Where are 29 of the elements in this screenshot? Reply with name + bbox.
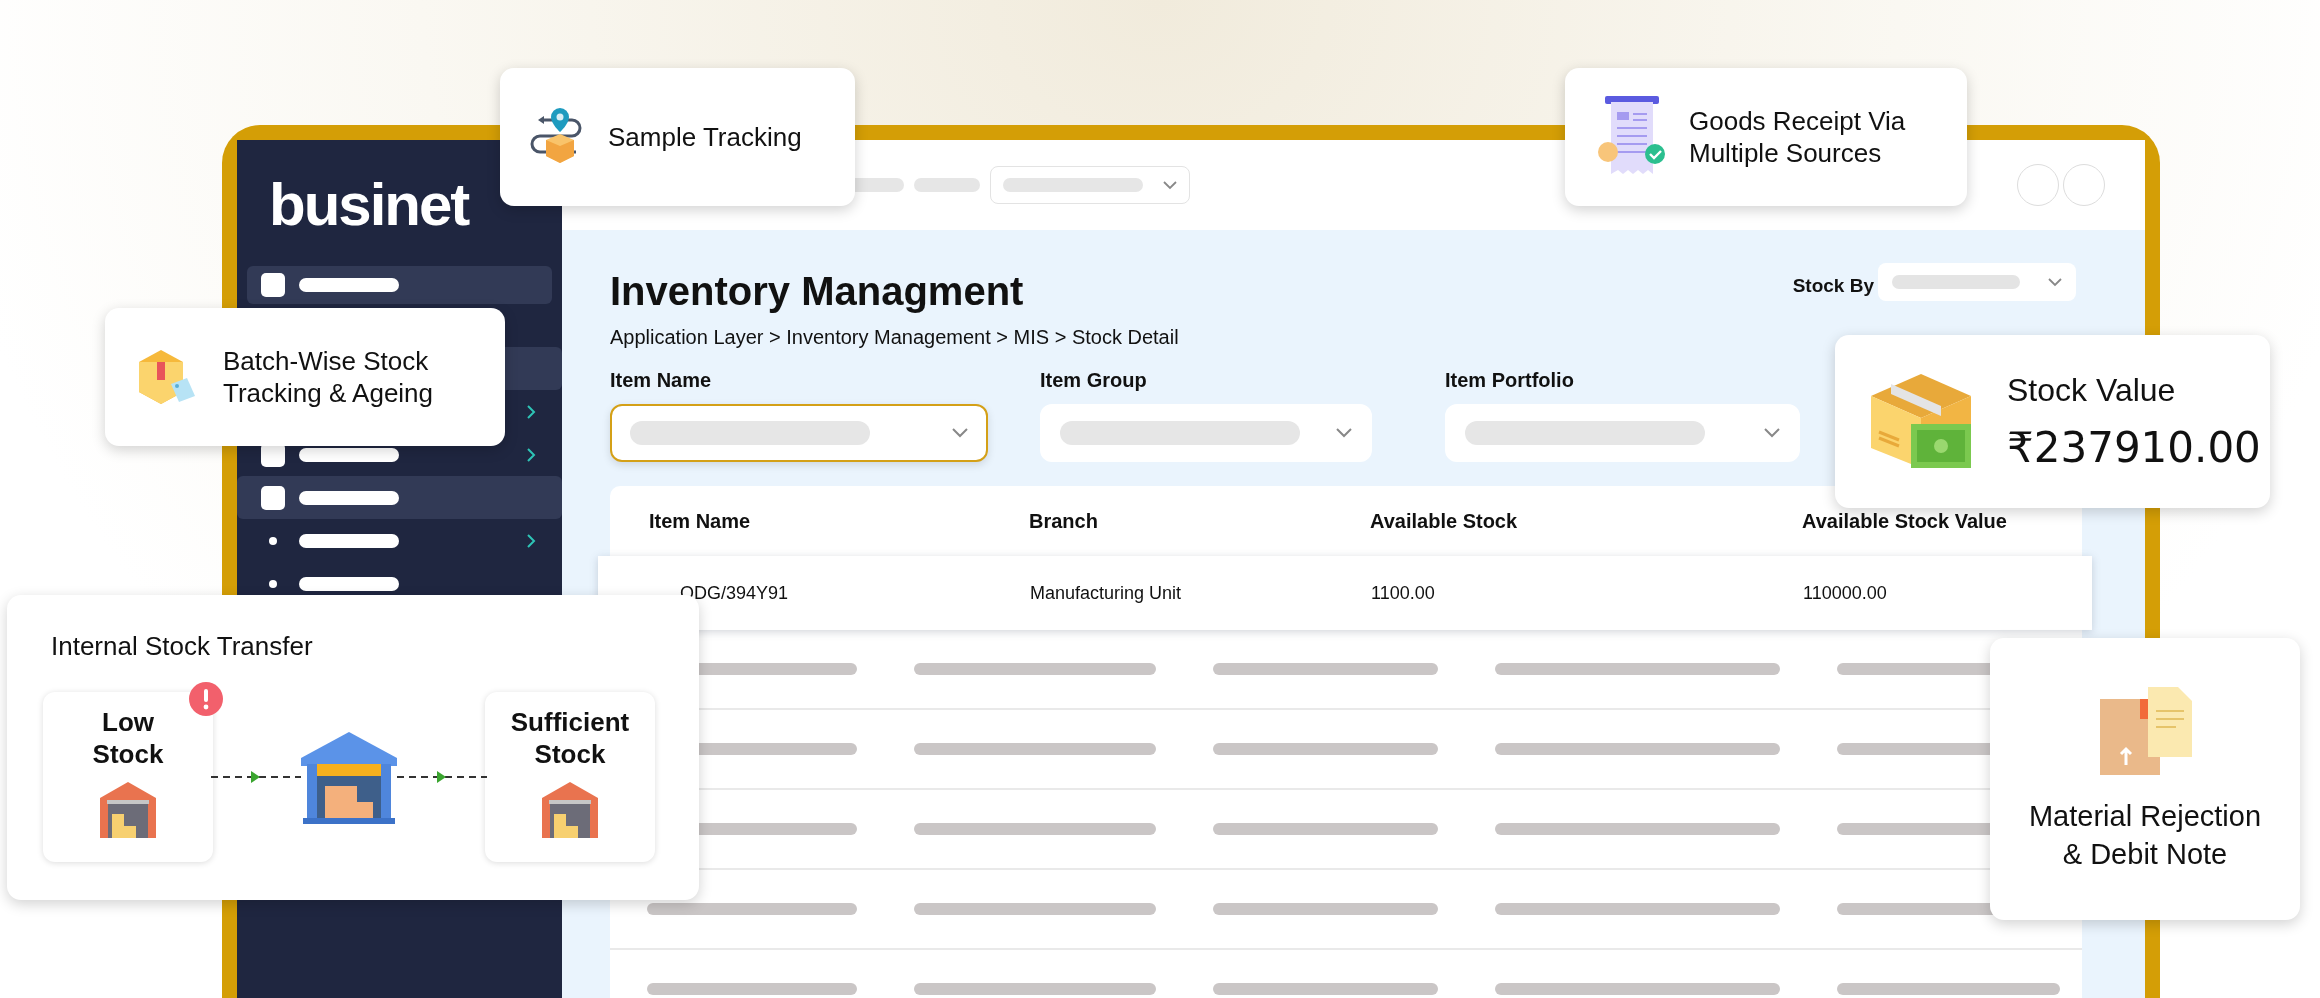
- logo: businet: [268, 170, 470, 240]
- table-cell-text: 110000.00: [1803, 582, 1888, 604]
- card-text: Sample Tracking: [608, 121, 802, 153]
- card-text: & Debit Note: [2062, 837, 2228, 872]
- node-label: Sufficient: [510, 706, 630, 738]
- card-title: Internal Stock Transfer: [51, 631, 313, 662]
- column-header: Available Stock: [1370, 509, 1519, 533]
- card-text: Material Rejection: [2028, 799, 2262, 834]
- table-cell-text: 1100.00: [1371, 582, 1436, 604]
- field-label: Stock By: [1792, 275, 1874, 297]
- node-label: Stock: [92, 738, 164, 770]
- breadcrumb: Application Layer > Inventory Management > MIS > Stock Detail: [610, 326, 1179, 349]
- table-cell-text: Manufacturing Unit: [1030, 582, 1183, 604]
- table-cell-text: ODG/394Y91: [679, 582, 790, 604]
- column-header: Available Stock Value: [1802, 509, 2008, 533]
- card-text: Goods Receipt Via: [1689, 105, 1906, 137]
- stock-value: ₹237910.00: [2007, 422, 2261, 472]
- field-label: Item Group: [1040, 369, 1148, 392]
- card-text: Batch-Wise Stock: [223, 345, 430, 377]
- card-text: Multiple Sources: [1689, 137, 1883, 169]
- column-header: Item Name: [649, 509, 752, 533]
- column-header: Branch: [1029, 509, 1099, 533]
- field-label: Item Name: [610, 369, 713, 392]
- page-title: Inventory Managment: [610, 268, 1025, 315]
- card-text: Tracking & Ageing: [223, 377, 434, 409]
- node-label: Stock: [534, 738, 606, 770]
- field-label: Item Portfolio: [1445, 369, 1575, 392]
- card-title: Stock Value: [2007, 371, 2177, 409]
- node-label: Low: [102, 706, 154, 738]
